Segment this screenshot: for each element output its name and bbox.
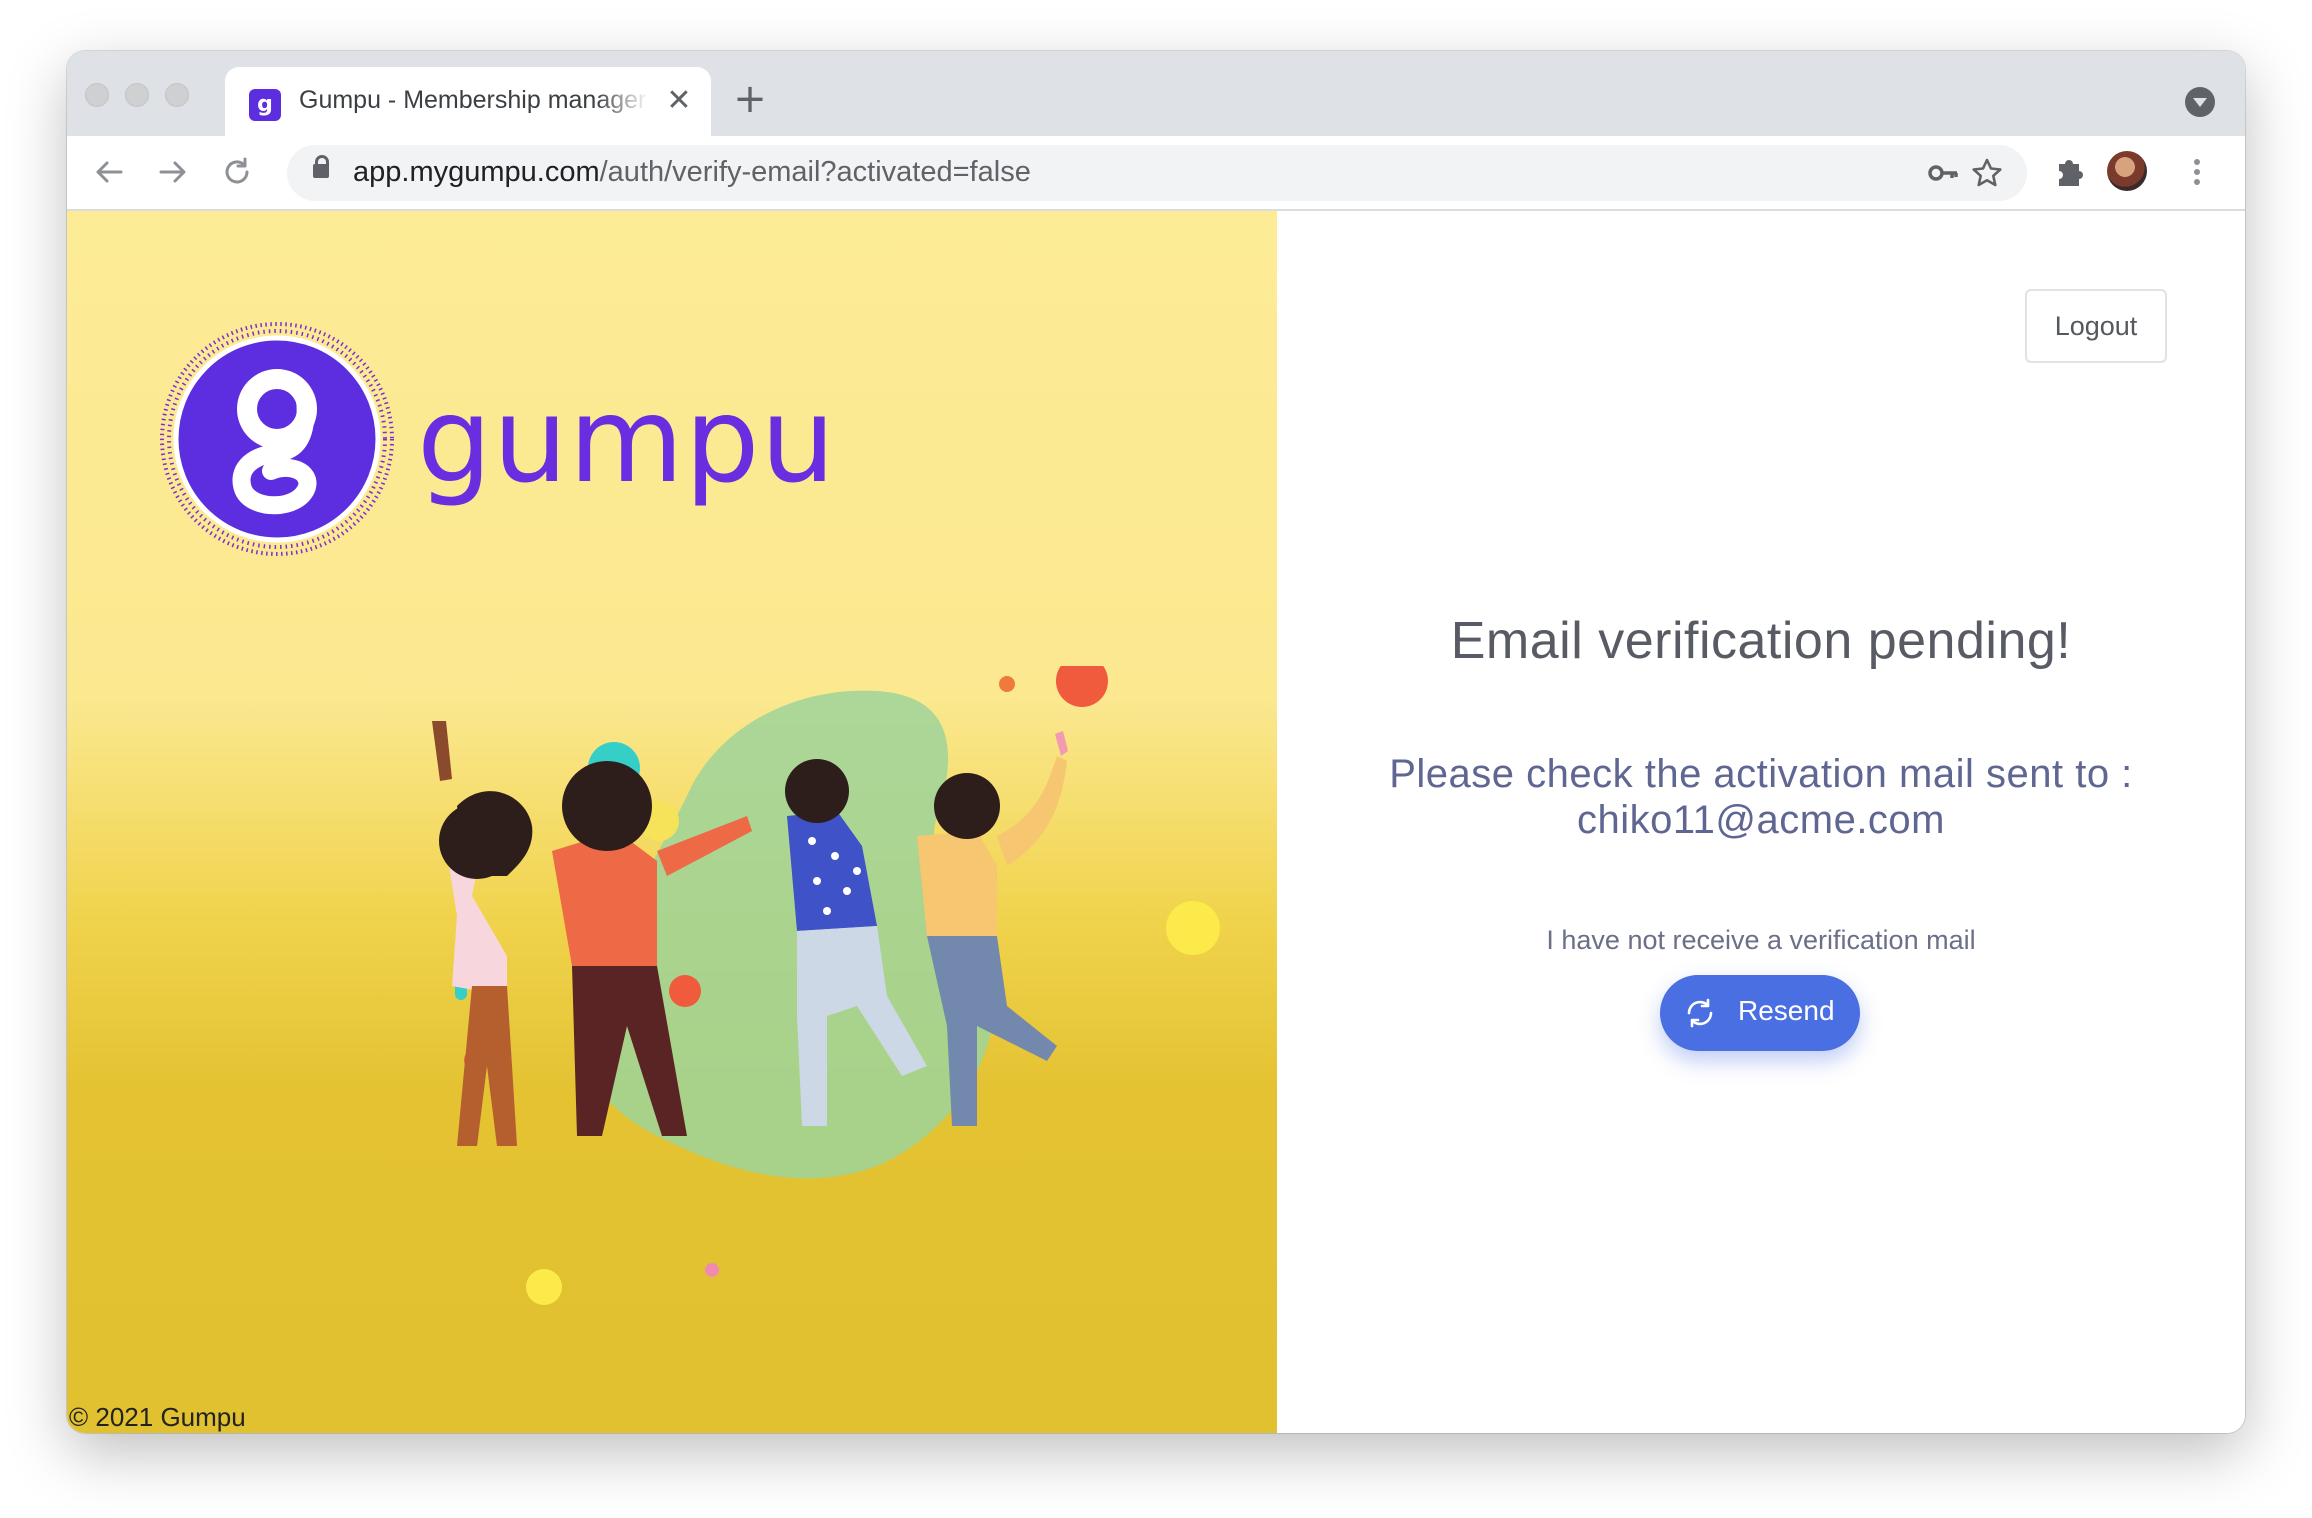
tab-search-icon[interactable] bbox=[2185, 87, 2215, 117]
url-text[interactable]: app.mygumpu.com/auth/verify-email?activa… bbox=[353, 156, 1031, 189]
url-path: /auth/verify-email?activated=false bbox=[599, 156, 1031, 188]
activation-message-line: Please check the activation mail sent to… bbox=[1389, 752, 2133, 796]
recipient-email: chiko11@acme.com bbox=[1577, 798, 1945, 842]
page-title: Email verification pending! bbox=[1450, 612, 2072, 670]
resend-button[interactable]: Resend bbox=[1660, 975, 1860, 1051]
celebrating-people-illustration bbox=[432, 666, 1220, 1305]
brand-panel: gumpu © 2021 Gumpu bbox=[67, 211, 1277, 1433]
address-bar[interactable]: app.mygumpu.com/auth/verify-email?activa… bbox=[287, 145, 2027, 201]
extensions-puzzle-icon[interactable] bbox=[2047, 150, 2091, 194]
activation-message: Please check the activation mail sent to… bbox=[1277, 751, 2245, 843]
tab-strip: g Gumpu - Membership manager ✕ + bbox=[67, 51, 2245, 136]
brand-wordmark: gumpu bbox=[417, 371, 837, 509]
refresh-icon bbox=[1687, 998, 1713, 1028]
url-host: app.mygumpu.com bbox=[353, 156, 600, 188]
logout-button[interactable]: Logout bbox=[2025, 289, 2167, 363]
lock-icon[interactable] bbox=[313, 155, 329, 178]
gumpu-favicon-icon: g bbox=[249, 89, 281, 121]
browser-toolbar: app.mygumpu.com/auth/verify-email?activa… bbox=[67, 136, 2245, 211]
page-content: gumpu © 2021 Gumpu Logout Email verifica… bbox=[67, 211, 2245, 1433]
close-window-button[interactable] bbox=[85, 83, 109, 107]
not-received-text: I have not receive a verification mail bbox=[1546, 925, 1976, 955]
new-tab-button[interactable]: + bbox=[727, 77, 773, 123]
forward-arrow-icon[interactable] bbox=[151, 150, 195, 194]
browser-tab[interactable]: g Gumpu - Membership manager ✕ bbox=[225, 67, 711, 136]
browser-window: g Gumpu - Membership manager ✕ + app.myg… bbox=[67, 51, 2245, 1433]
minimize-window-button[interactable] bbox=[125, 83, 149, 107]
kebab-menu-icon[interactable] bbox=[2175, 150, 2219, 194]
gumpu-logo-icon bbox=[160, 322, 394, 556]
profile-avatar[interactable] bbox=[2107, 151, 2147, 191]
tab-title: Gumpu - Membership manager bbox=[299, 86, 647, 114]
copyright-text: © 2021 Gumpu bbox=[69, 1402, 246, 1432]
tab-close-icon[interactable]: ✕ bbox=[659, 81, 699, 121]
star-icon[interactable] bbox=[1969, 155, 2005, 191]
zoom-window-button[interactable] bbox=[165, 83, 189, 107]
back-arrow-icon[interactable] bbox=[87, 150, 131, 194]
reload-icon[interactable] bbox=[215, 150, 259, 194]
resend-label: Resend bbox=[1738, 995, 1835, 1026]
key-icon[interactable] bbox=[1925, 155, 1961, 191]
verification-panel: Logout Email verification pending! Pleas… bbox=[1277, 211, 2245, 1433]
